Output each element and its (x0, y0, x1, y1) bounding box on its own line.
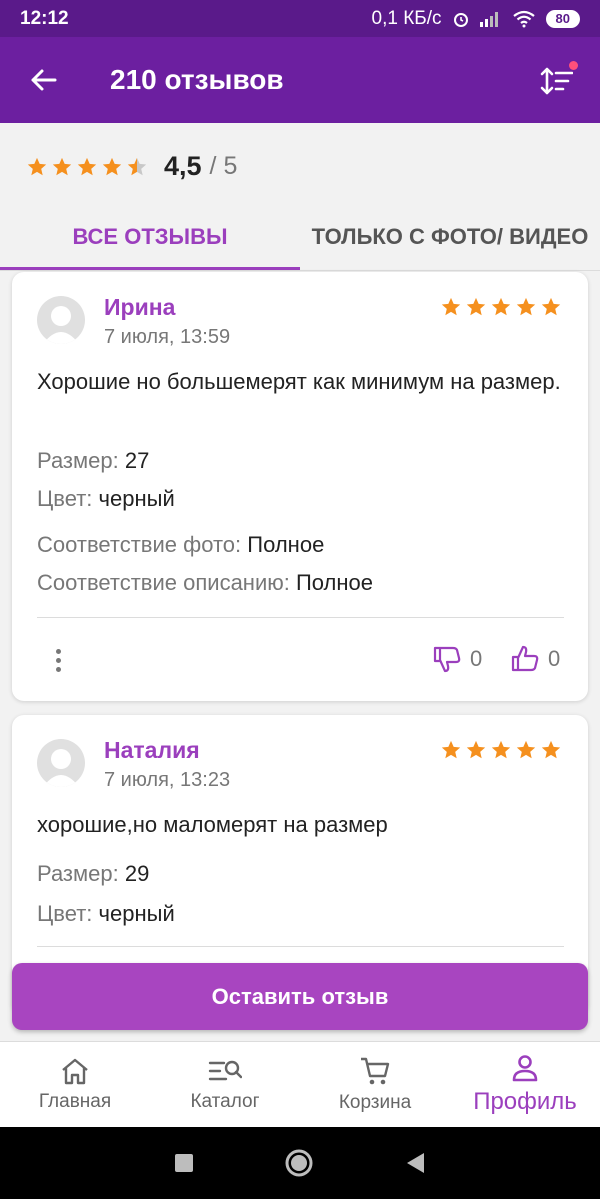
star-icon (541, 297, 561, 316)
wifi-icon (512, 10, 535, 27)
photo-match-value: Полное (247, 532, 325, 557)
avatar (37, 739, 85, 787)
star-icon (541, 740, 561, 759)
size-label: Размер: (37, 448, 119, 473)
network-speed: 0,1 КБ/с (371, 7, 442, 29)
star-icon (516, 297, 536, 316)
star-icon (77, 157, 97, 175)
review-date: 7 июля, 13:23 (104, 769, 231, 791)
user-placeholder-icon (43, 306, 79, 344)
review-color: Цвет: черный (37, 901, 175, 927)
review-size: Размер: 29 (37, 861, 149, 887)
star-icon (127, 157, 147, 175)
review-author: Ирина (104, 294, 176, 320)
review-tabs: ВСЕ ОТЗЫВЫ ТОЛЬКО С ФОТО/ ВИДЕО (0, 201, 600, 271)
review-author: Наталия (104, 737, 200, 763)
star-icon (491, 297, 511, 316)
page-title: 210 отзывов (110, 64, 284, 95)
arrow-back-icon (31, 69, 57, 91)
color-value: черный (98, 486, 175, 511)
home-circle-icon[interactable] (284, 1148, 314, 1178)
star-icon (466, 297, 486, 316)
thumbs-down-icon (433, 646, 461, 673)
nav-item-catalog[interactable]: Каталог (150, 1042, 300, 1128)
review-stars (440, 739, 562, 761)
status-icons: 0,1 КБ/с 80 (372, 8, 580, 30)
alarm-icon (453, 12, 468, 27)
system-navigation-bar (0, 1127, 600, 1199)
color-label: Цвет: (37, 901, 93, 926)
nav-label-catalog: Каталог (190, 1091, 260, 1112)
avatar (37, 296, 85, 344)
size-label: Размер: (37, 861, 119, 886)
app-bar: 210 отзывов (0, 37, 600, 123)
recent-apps-icon[interactable] (174, 1153, 194, 1173)
sort-icon (540, 67, 573, 95)
review-photo-match: Соответствие фото: Полное (37, 532, 324, 558)
tab-all-reviews[interactable]: ВСЕ ОТЗЫВЫ (0, 201, 300, 271)
tab-photo-video[interactable]: ТОЛЬКО С ФОТО/ ВИДЕО (300, 201, 600, 271)
catalog-search-icon (208, 1060, 242, 1081)
star-icon (441, 740, 461, 759)
nav-label-profile: Профиль (473, 1088, 577, 1115)
status-time: 12:12 (20, 7, 69, 29)
dislike-count: 0 (470, 646, 483, 671)
star-icon (491, 740, 511, 759)
color-value: черный (98, 901, 175, 926)
nav-item-cart[interactable]: Корзина (300, 1042, 450, 1128)
status-bar: 12:12 0,1 КБ/с 80 (0, 0, 600, 37)
rating-value: 4,5 (164, 151, 202, 181)
cart-icon (361, 1057, 390, 1085)
star-icon (27, 157, 47, 175)
rating-max: / 5 (209, 152, 238, 180)
star-icon (516, 740, 536, 759)
rating-summary: 4,5 / 5 ВСЕ ОТЗЫВЫ ТОЛЬКО С ФОТО/ ВИДЕО (0, 123, 600, 271)
review-date: 7 июля, 13:59 (104, 326, 231, 348)
star-icon (102, 157, 122, 175)
review-text: хорошие,но маломерят на размер (37, 812, 388, 837)
home-icon (62, 1058, 88, 1085)
size-value: 27 (124, 448, 150, 473)
review-color: Цвет: черный (37, 486, 175, 512)
sort-button[interactable] (532, 57, 580, 105)
nav-label-cart: Корзина (338, 1092, 412, 1113)
review-stars (440, 296, 562, 318)
star-icon (441, 297, 461, 316)
profile-icon (512, 1055, 538, 1082)
star-icon (466, 740, 486, 759)
bottom-navigation: Главная Каталог Корзина Профиль (0, 1041, 600, 1127)
nav-label-home: Главная (38, 1091, 112, 1112)
nav-item-home[interactable]: Главная (0, 1042, 150, 1128)
back-triangle-icon[interactable] (404, 1151, 426, 1175)
rating-row: 4,5 / 5 (26, 151, 237, 182)
review-divider (37, 617, 564, 618)
description-match-label: Соответствие описанию: (37, 570, 290, 595)
color-label: Цвет: (37, 486, 93, 511)
review-size: Размер: 27 (37, 448, 149, 474)
sort-indicator-dot (569, 61, 578, 70)
back-button[interactable] (0, 37, 86, 123)
photo-match-label: Соответствие фото: (37, 532, 242, 557)
size-value: 29 (124, 861, 150, 886)
tabs-divider (0, 270, 600, 271)
more-options-button[interactable] (48, 640, 68, 680)
star-icon (52, 157, 72, 175)
battery-icon: 80 (545, 9, 580, 28)
review-divider (37, 946, 564, 947)
review-description-match: Соответствие описанию: Полное (37, 570, 373, 596)
like-count: 0 (548, 646, 561, 671)
dislike-button[interactable]: 0 (432, 644, 482, 674)
like-button[interactable]: 0 (510, 644, 560, 674)
signal-icon (479, 11, 498, 27)
review-card: Ирина 7 июля, 13:59 Хорошие но большемер… (12, 272, 588, 701)
nav-item-profile[interactable]: Профиль (450, 1042, 600, 1128)
review-text: Хорошие но большемерят как минимум на ра… (37, 369, 561, 394)
rating-stars (26, 156, 148, 178)
leave-review-button[interactable]: Оставить отзыв (12, 963, 588, 1030)
user-placeholder-icon (43, 749, 79, 787)
thumbs-up-icon (511, 645, 539, 672)
description-match-value: Полное (295, 570, 374, 595)
